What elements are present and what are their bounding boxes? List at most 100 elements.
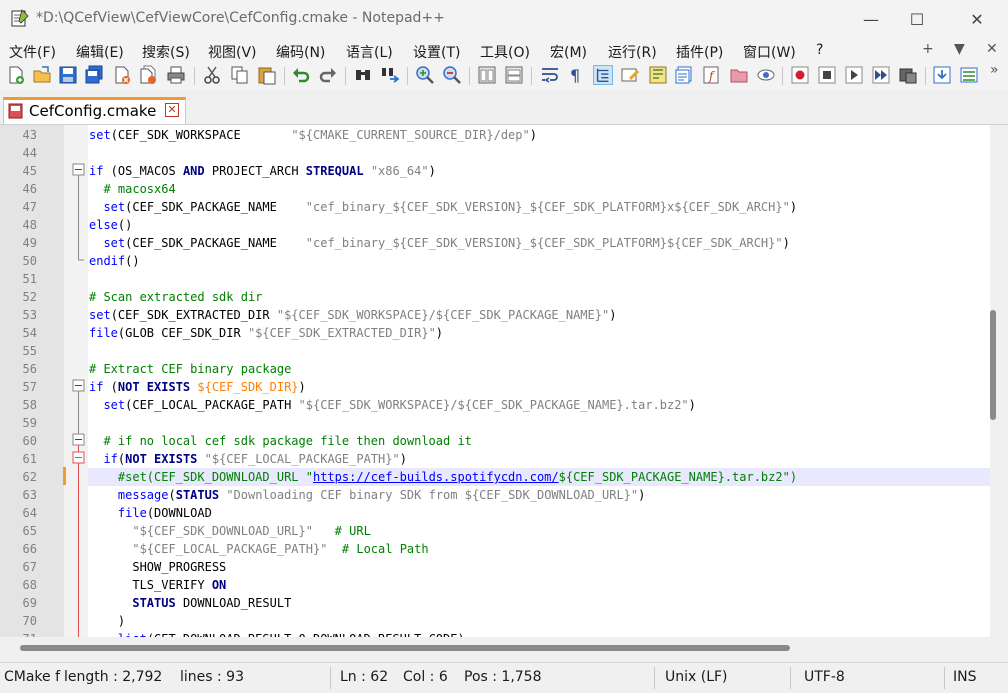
code-line[interactable]: 45 if (OS_MACOS AND PROJECT_ARCH STREQUAL…	[0, 162, 1008, 180]
code-line[interactable]: 43 set(CEF_SDK_WORKSPACE "${CMAKE_CURRENT…	[0, 126, 1008, 144]
code-line[interactable]: 55	[0, 342, 1008, 360]
function-list-icon[interactable]: f	[702, 65, 722, 85]
code-line[interactable]: 50 endif()	[0, 252, 1008, 270]
redo-icon[interactable]	[318, 65, 338, 85]
doc-list-icon[interactable]	[674, 65, 694, 85]
code-text: message(STATUS "Downloading CEF binary S…	[117, 488, 646, 502]
folder-workspace-icon[interactable]	[729, 65, 749, 85]
maximize-button[interactable]: ☐	[894, 4, 940, 34]
copy-icon[interactable]	[230, 65, 250, 85]
close-icon: ✕	[970, 9, 984, 29]
menu-plugins[interactable]: 插件(P)	[676, 42, 723, 62]
code-line[interactable]: 47 set(CEF_SDK_PACKAGE_NAME "cef_binary_…	[0, 198, 1008, 216]
stop-macro-icon[interactable]	[817, 65, 837, 85]
undo-icon[interactable]	[291, 65, 311, 85]
close-button[interactable]: ✕	[954, 4, 1000, 34]
code-line[interactable]: 66 "${CEF_LOCAL_PACKAGE_PATH}" # Local P…	[0, 540, 1008, 558]
tab-list-icon[interactable]: ▼	[954, 41, 965, 57]
zoom-out-icon[interactable]	[442, 65, 462, 85]
code-line[interactable]: 67 SHOW_PROGRESS	[0, 558, 1008, 576]
code-line[interactable]: 58 set(CEF_LOCAL_PACKAGE_PATH "${CEF_SDK…	[0, 396, 1008, 414]
zoom-in-icon[interactable]	[415, 65, 435, 85]
status-mode[interactable]: INS	[953, 669, 977, 685]
line-number: 53	[22, 308, 37, 322]
code-line[interactable]: 54 file(GLOB CEF_SDK_DIR "${CEF_SDK_EXTRA…	[0, 324, 1008, 342]
horizontal-scrollbar[interactable]	[0, 637, 990, 659]
minimize-button[interactable]: —	[848, 4, 894, 34]
menu-help[interactable]: ?	[816, 42, 823, 58]
code-line[interactable]: 69 STATUS DOWNLOAD_RESULT	[0, 594, 1008, 612]
save-all-icon[interactable]	[84, 65, 104, 85]
code-line[interactable]: 51	[0, 270, 1008, 288]
run-macro-multiple-icon[interactable]	[871, 65, 891, 85]
tab-close-button[interactable]: ✕	[165, 103, 179, 117]
notepadpp-icon[interactable]	[10, 8, 30, 28]
tab-cefconfig[interactable]: CefConfig.cmake ✕	[3, 97, 186, 124]
sync-v-icon[interactable]	[477, 65, 497, 85]
udl-icon[interactable]	[620, 65, 640, 85]
code-line[interactable]: 53 set(CEF_SDK_EXTRACTED_DIR "${CEF_SDK_W…	[0, 306, 1008, 324]
close-icon[interactable]	[112, 65, 132, 85]
code-line[interactable]: 46 # macosx64	[0, 180, 1008, 198]
monitor-icon[interactable]	[756, 65, 776, 85]
menu-tools[interactable]: 工具(O)	[480, 42, 530, 62]
menu-encoding[interactable]: 编码(N)	[276, 42, 325, 62]
save-macro-icon[interactable]	[898, 65, 918, 85]
menu-window[interactable]: 窗口(W)	[743, 42, 796, 62]
editor[interactable]: 43 set(CEF_SDK_WORKSPACE "${CMAKE_CURRENT…	[0, 125, 1008, 637]
code-line[interactable]: 59	[0, 414, 1008, 432]
new-file-icon[interactable]	[6, 65, 26, 85]
add-tab-icon[interactable]: +	[922, 41, 934, 57]
code-line[interactable]: 64 file(DOWNLOAD	[0, 504, 1008, 522]
menu-search[interactable]: 搜索(S)	[142, 42, 190, 62]
code-line[interactable]: 52 # Scan extracted sdk dir	[0, 288, 1008, 306]
code-line[interactable]: 56 # Extract CEF binary package	[0, 360, 1008, 378]
save-icon[interactable]	[58, 65, 78, 85]
wrap-icon[interactable]	[540, 65, 560, 85]
play-macro-icon[interactable]	[844, 65, 864, 85]
record-macro-icon[interactable]	[790, 65, 810, 85]
doc-map-icon[interactable]	[648, 65, 668, 85]
config-icon[interactable]	[959, 65, 979, 85]
menu-settings[interactable]: 设置(T)	[413, 42, 460, 62]
find-icon[interactable]	[353, 65, 373, 85]
code-line[interactable]: 70 )	[0, 612, 1008, 630]
menu-edit[interactable]: 编辑(E)	[76, 42, 124, 62]
code-line[interactable]: 48 else()	[0, 216, 1008, 234]
vertical-scrollbar[interactable]	[990, 125, 1008, 637]
code-line[interactable]: 65 "${CEF_SDK_DOWNLOAD_URL}" # URL	[0, 522, 1008, 540]
code-line[interactable]: 63 message(STATUS "Downloading CEF binar…	[0, 486, 1008, 504]
close-all-icon[interactable]	[138, 65, 158, 85]
status-encoding[interactable]: UTF-8	[804, 669, 845, 685]
sync-h-icon[interactable]	[504, 65, 524, 85]
code-line[interactable]: 49 set(CEF_SDK_PACKAGE_NAME "cef_binary_…	[0, 234, 1008, 252]
close-tab-icon[interactable]: ✕	[986, 41, 998, 57]
more-icon[interactable]: »	[990, 62, 999, 78]
menu-macro[interactable]: 宏(M)	[550, 42, 587, 62]
menu-run[interactable]: 运行(R)	[608, 42, 657, 62]
code-line[interactable]: 68 TLS_VERIFY ON	[0, 576, 1008, 594]
cut-icon[interactable]	[202, 65, 222, 85]
menu-file[interactable]: 文件(F)	[9, 42, 56, 62]
code-line[interactable]: 61 if(NOT EXISTS "${CEF_LOCAL_PACKAGE_PA…	[0, 450, 1008, 468]
open-file-icon[interactable]	[32, 65, 52, 85]
code-line[interactable]: 57 if (NOT EXISTS ${CEF_SDK_DIR})	[0, 378, 1008, 396]
all-chars-icon[interactable]: ¶	[566, 65, 586, 85]
menu-view[interactable]: 视图(V)	[208, 42, 257, 62]
menu-language[interactable]: 语言(L)	[346, 42, 393, 62]
code-line[interactable]: 44	[0, 144, 1008, 162]
panel-icon[interactable]	[932, 65, 952, 85]
indent-guide-icon[interactable]	[593, 65, 613, 85]
horizontal-scroll-thumb[interactable]	[20, 645, 790, 651]
status-separator	[790, 667, 791, 689]
code-line[interactable]: 60 # if no local cef sdk package file th…	[0, 432, 1008, 450]
code-text: endif()	[89, 254, 140, 268]
code-line[interactable]: 71 list(GET DOWNLOAD_RESULT 0 DOWNLOAD_R…	[0, 630, 1008, 637]
line-number: 60	[22, 434, 37, 448]
vertical-scroll-thumb[interactable]	[990, 310, 996, 420]
code-line[interactable]: 62 #set(CEF_SDK_DOWNLOAD_URL "https://ce…	[23, 468, 990, 486]
status-eol[interactable]: Unix (LF)	[665, 669, 728, 685]
paste-icon[interactable]	[257, 65, 277, 85]
print-icon[interactable]	[166, 65, 186, 85]
replace-icon[interactable]	[380, 65, 400, 85]
